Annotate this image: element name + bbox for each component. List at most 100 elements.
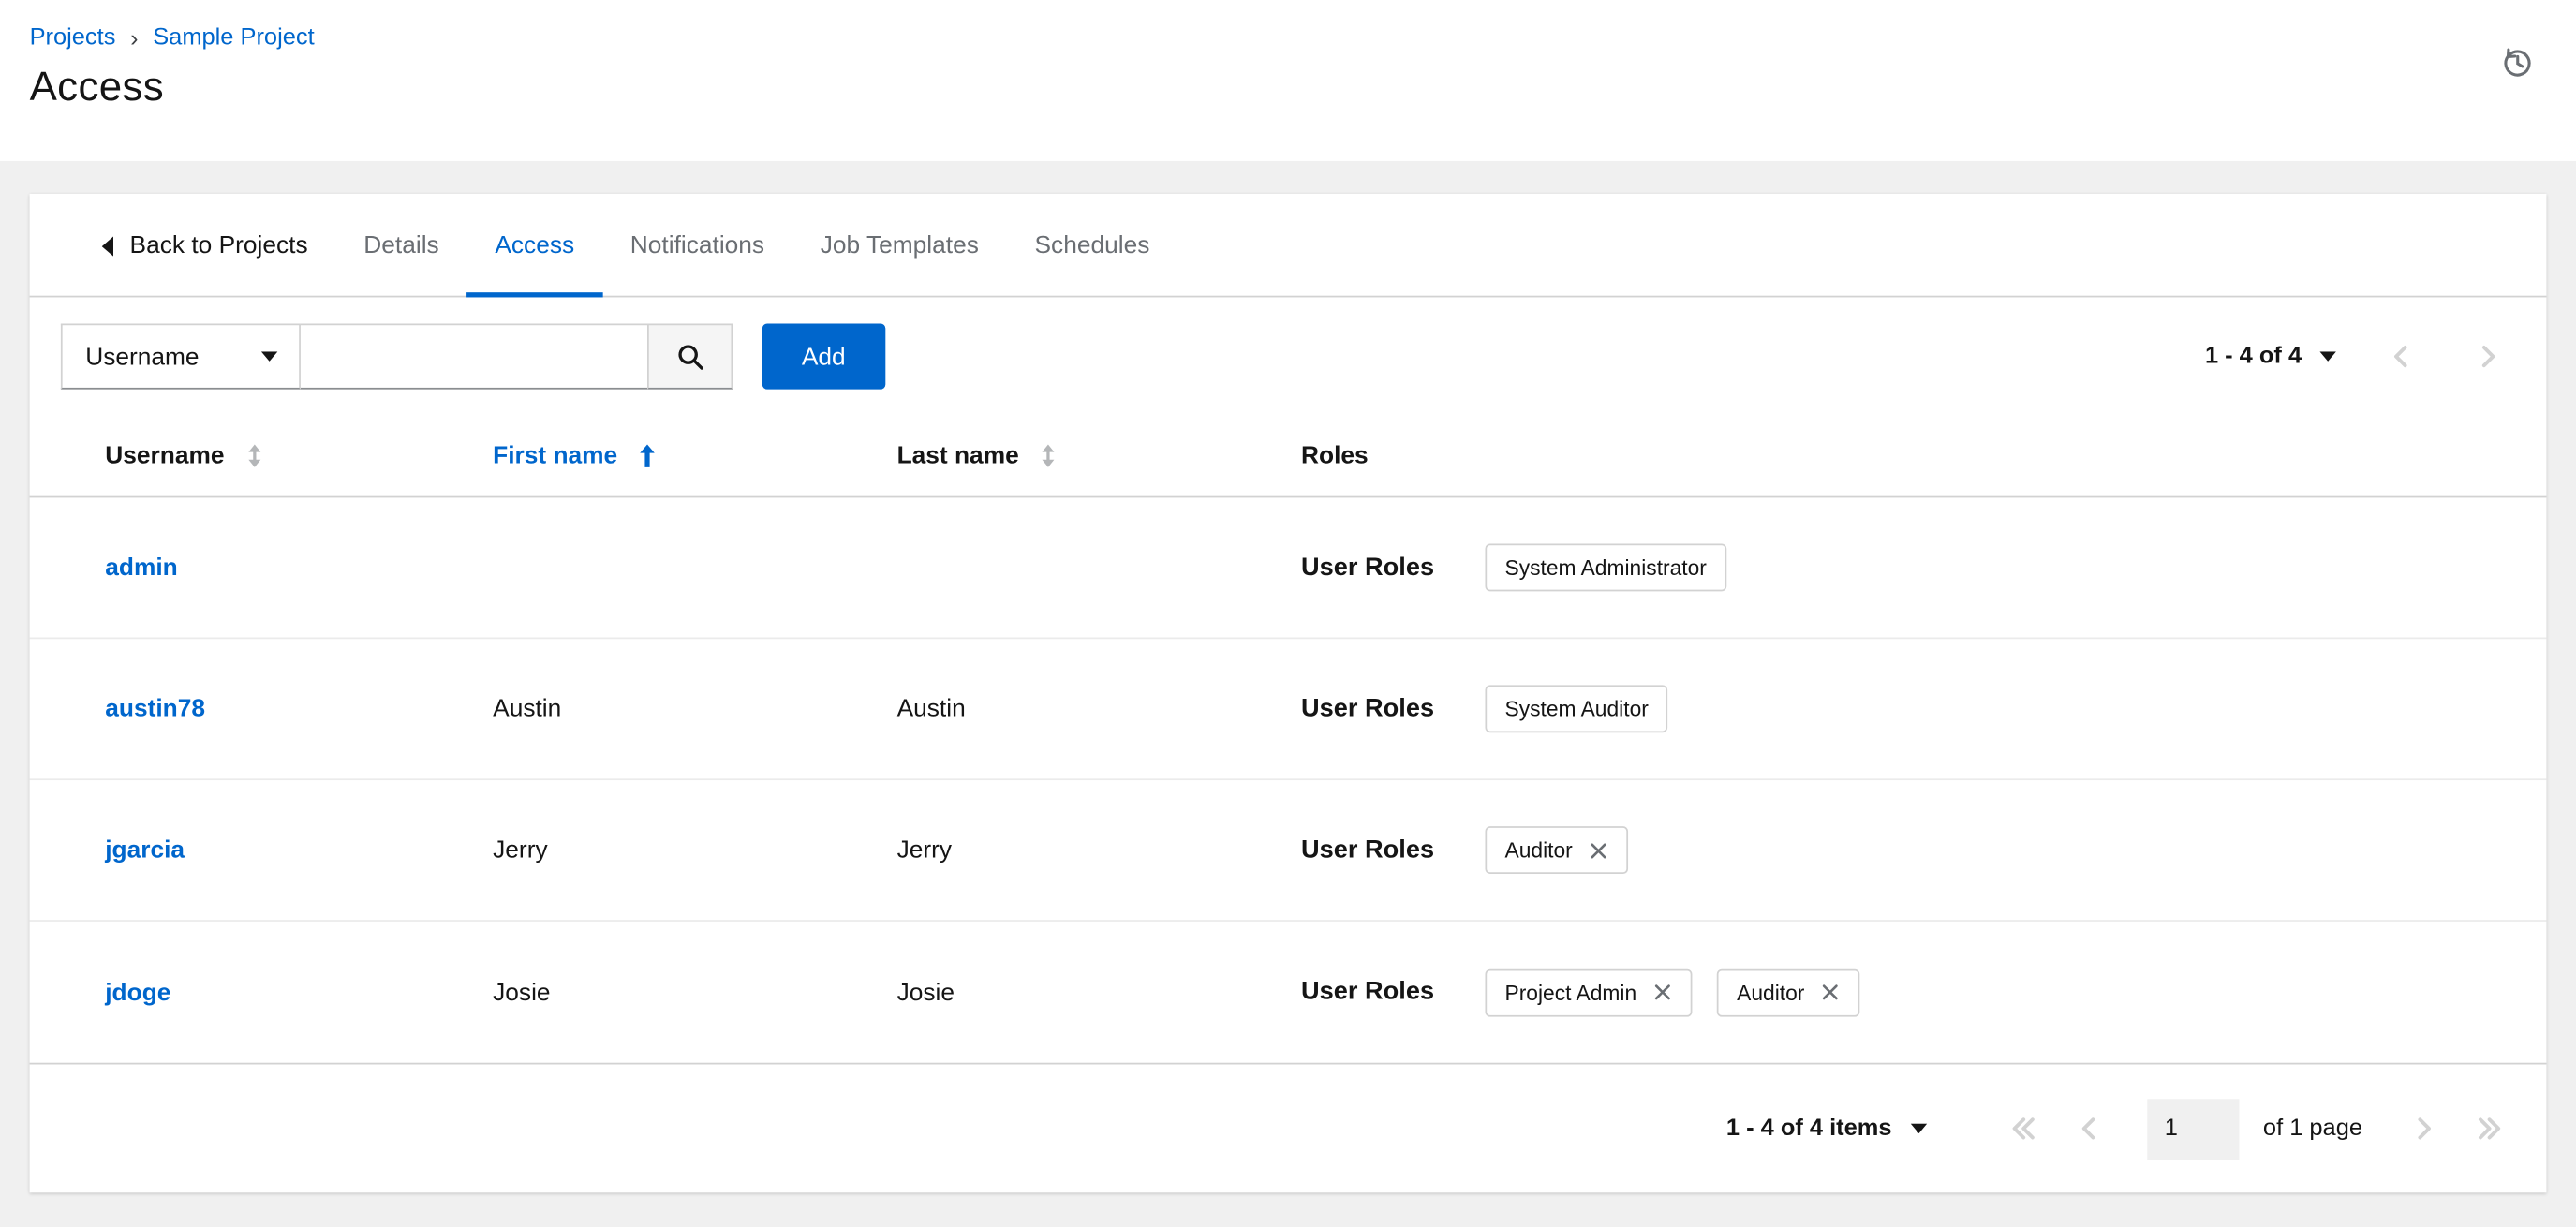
username-cell: jdoge bbox=[105, 978, 493, 1006]
page: Projects › Sample Project Access Back to… bbox=[0, 0, 2576, 1227]
user-roles-label: User Roles bbox=[1301, 977, 1435, 1006]
roles-cell: User Roles Project Admin Auditor bbox=[1301, 968, 2546, 1016]
last-page-button[interactable] bbox=[2476, 1114, 2504, 1144]
role-chip-label: Project Admin bbox=[1504, 980, 1637, 1005]
pagination-summary-dropdown[interactable]: 1 - 4 of 4 bbox=[2205, 344, 2336, 370]
user-roles-label: User Roles bbox=[1301, 693, 1435, 722]
remove-role-button[interactable] bbox=[1821, 983, 1841, 1002]
next-page-button[interactable] bbox=[2415, 1114, 2433, 1144]
table-row: admin User Roles System Administrator bbox=[29, 497, 2547, 640]
caret-left-icon bbox=[101, 235, 114, 256]
page-header: Projects › Sample Project Access bbox=[0, 0, 2576, 161]
table-row: austin78 Austin Austin User Roles System Aud… bbox=[29, 639, 2547, 781]
filter-type-dropdown[interactable]: Username bbox=[60, 323, 301, 390]
search-icon bbox=[676, 343, 704, 371]
role-chip-label: Auditor bbox=[1504, 837, 1573, 863]
user-roles-label: User Roles bbox=[1301, 835, 1435, 864]
role-chip-label: System Auditor bbox=[1504, 696, 1649, 721]
column-label: Last name bbox=[896, 441, 1019, 470]
angle-right-icon bbox=[2480, 342, 2497, 372]
last-name-cell: Josie bbox=[896, 978, 955, 1007]
roles-cell: User Roles System Administrator bbox=[1301, 543, 2546, 592]
prev-page-button[interactable] bbox=[2392, 342, 2410, 372]
column-label: Username bbox=[105, 441, 225, 470]
role-chip: Auditor bbox=[1717, 968, 1861, 1016]
breadcrumb: Projects › Sample Project bbox=[30, 24, 2534, 51]
tab-access[interactable]: Access bbox=[466, 194, 602, 298]
column-label: First name bbox=[493, 441, 618, 470]
remove-role-button[interactable] bbox=[1589, 840, 1608, 860]
tab-label: Schedules bbox=[1034, 231, 1150, 260]
access-panel: Back to Projects Details Access Notifica… bbox=[29, 193, 2547, 1193]
filter-type-selected: Username bbox=[85, 342, 200, 371]
tab-schedules[interactable]: Schedules bbox=[1007, 194, 1178, 297]
username-link[interactable]: jdoge bbox=[105, 978, 170, 1006]
username-cell: jgarcia bbox=[105, 836, 493, 865]
history-icon bbox=[2500, 46, 2535, 81]
tab-label: Access bbox=[495, 231, 575, 260]
toolbar: Username Add 1 - 4 of 4 bbox=[30, 297, 2547, 415]
role-chips: Auditor bbox=[1485, 826, 1629, 875]
tab-label: Notifications bbox=[629, 231, 765, 260]
angle-left-icon bbox=[2079, 1114, 2096, 1144]
breadcrumb-link-projects[interactable]: Projects bbox=[30, 24, 116, 51]
column-header-first-name[interactable]: First name bbox=[493, 442, 896, 470]
breadcrumb-link-sample-project[interactable]: Sample Project bbox=[153, 24, 314, 51]
first-name-cell: Jerry bbox=[493, 835, 548, 865]
next-page-button[interactable] bbox=[2480, 342, 2497, 372]
items-per-page-dropdown[interactable]: 1 - 4 of 4 items bbox=[1726, 1116, 1927, 1142]
pagination-summary: 1 - 4 of 4 bbox=[2204, 343, 2302, 370]
last-name-cell: Jerry bbox=[896, 835, 953, 865]
sort-icon bbox=[1039, 444, 1059, 468]
tab-details[interactable]: Details bbox=[335, 194, 466, 297]
role-chip-label: System Administrator bbox=[1504, 554, 1707, 581]
breadcrumb-divider-icon: › bbox=[130, 24, 139, 52]
username-cell: austin78 bbox=[105, 695, 493, 723]
search-button[interactable] bbox=[647, 323, 733, 390]
username-link[interactable]: austin78 bbox=[105, 695, 205, 723]
roles-cell: User Roles System Auditor bbox=[1301, 685, 2546, 733]
sort-icon bbox=[244, 444, 264, 468]
column-header-username[interactable]: Username bbox=[105, 442, 493, 470]
content-area: Back to Projects Details Access Notifica… bbox=[0, 160, 2576, 1227]
angle-double-right-icon bbox=[2476, 1114, 2504, 1144]
add-button[interactable]: Add bbox=[762, 323, 885, 390]
activity-stream-button[interactable] bbox=[2500, 46, 2535, 81]
tab-job-templates[interactable]: Job Templates bbox=[792, 194, 1007, 297]
role-chips: System Auditor bbox=[1485, 685, 1668, 733]
tab-label: Back to Projects bbox=[129, 231, 308, 260]
role-chip: System Auditor bbox=[1485, 685, 1668, 733]
page-title: Access bbox=[29, 64, 164, 111]
role-chip: Auditor bbox=[1485, 826, 1629, 875]
tab-bar: Back to Projects Details Access Notifica… bbox=[29, 194, 2547, 298]
role-chips: Project Admin Auditor bbox=[1485, 968, 1861, 1016]
sort-ascending-icon bbox=[637, 444, 657, 468]
first-name-cell: Austin bbox=[493, 694, 562, 723]
role-chips: System Administrator bbox=[1485, 543, 1726, 592]
angle-right-icon bbox=[2415, 1114, 2433, 1144]
remove-role-button[interactable] bbox=[1653, 983, 1673, 1002]
username-link[interactable]: jgarcia bbox=[105, 836, 185, 865]
search-filter-group: Username bbox=[60, 323, 733, 390]
role-chip-label: Auditor bbox=[1737, 980, 1805, 1005]
caret-down-icon bbox=[1909, 1123, 1927, 1134]
column-label: Roles bbox=[1301, 441, 1369, 470]
table-row: jgarcia Jerry Jerry User Roles Auditor bbox=[29, 780, 2547, 922]
tab-back-to-projects[interactable]: Back to Projects bbox=[74, 194, 336, 297]
column-header-last-name[interactable]: Last name bbox=[897, 442, 1301, 470]
last-name-cell: Austin bbox=[896, 694, 966, 723]
username-link[interactable]: admin bbox=[105, 554, 177, 582]
tab-label: Job Templates bbox=[820, 231, 979, 260]
current-page-input[interactable]: 1 bbox=[2146, 1098, 2239, 1160]
items-summary: 1 - 4 of 4 items bbox=[1725, 1115, 1892, 1142]
role-chip: Project Admin bbox=[1485, 968, 1693, 1016]
angle-left-icon bbox=[2392, 342, 2410, 372]
first-page-button[interactable] bbox=[2008, 1114, 2036, 1144]
caret-down-icon bbox=[2319, 351, 2336, 362]
footer-pagination: 1 - 4 of 4 items 1 of 1 page bbox=[29, 1062, 2547, 1193]
prev-page-button[interactable] bbox=[2079, 1114, 2096, 1144]
tab-notifications[interactable]: Notifications bbox=[602, 194, 792, 297]
page-count-label: of 1 page bbox=[2262, 1115, 2363, 1142]
role-chip: System Administrator bbox=[1485, 543, 1726, 592]
search-input[interactable] bbox=[300, 323, 648, 390]
